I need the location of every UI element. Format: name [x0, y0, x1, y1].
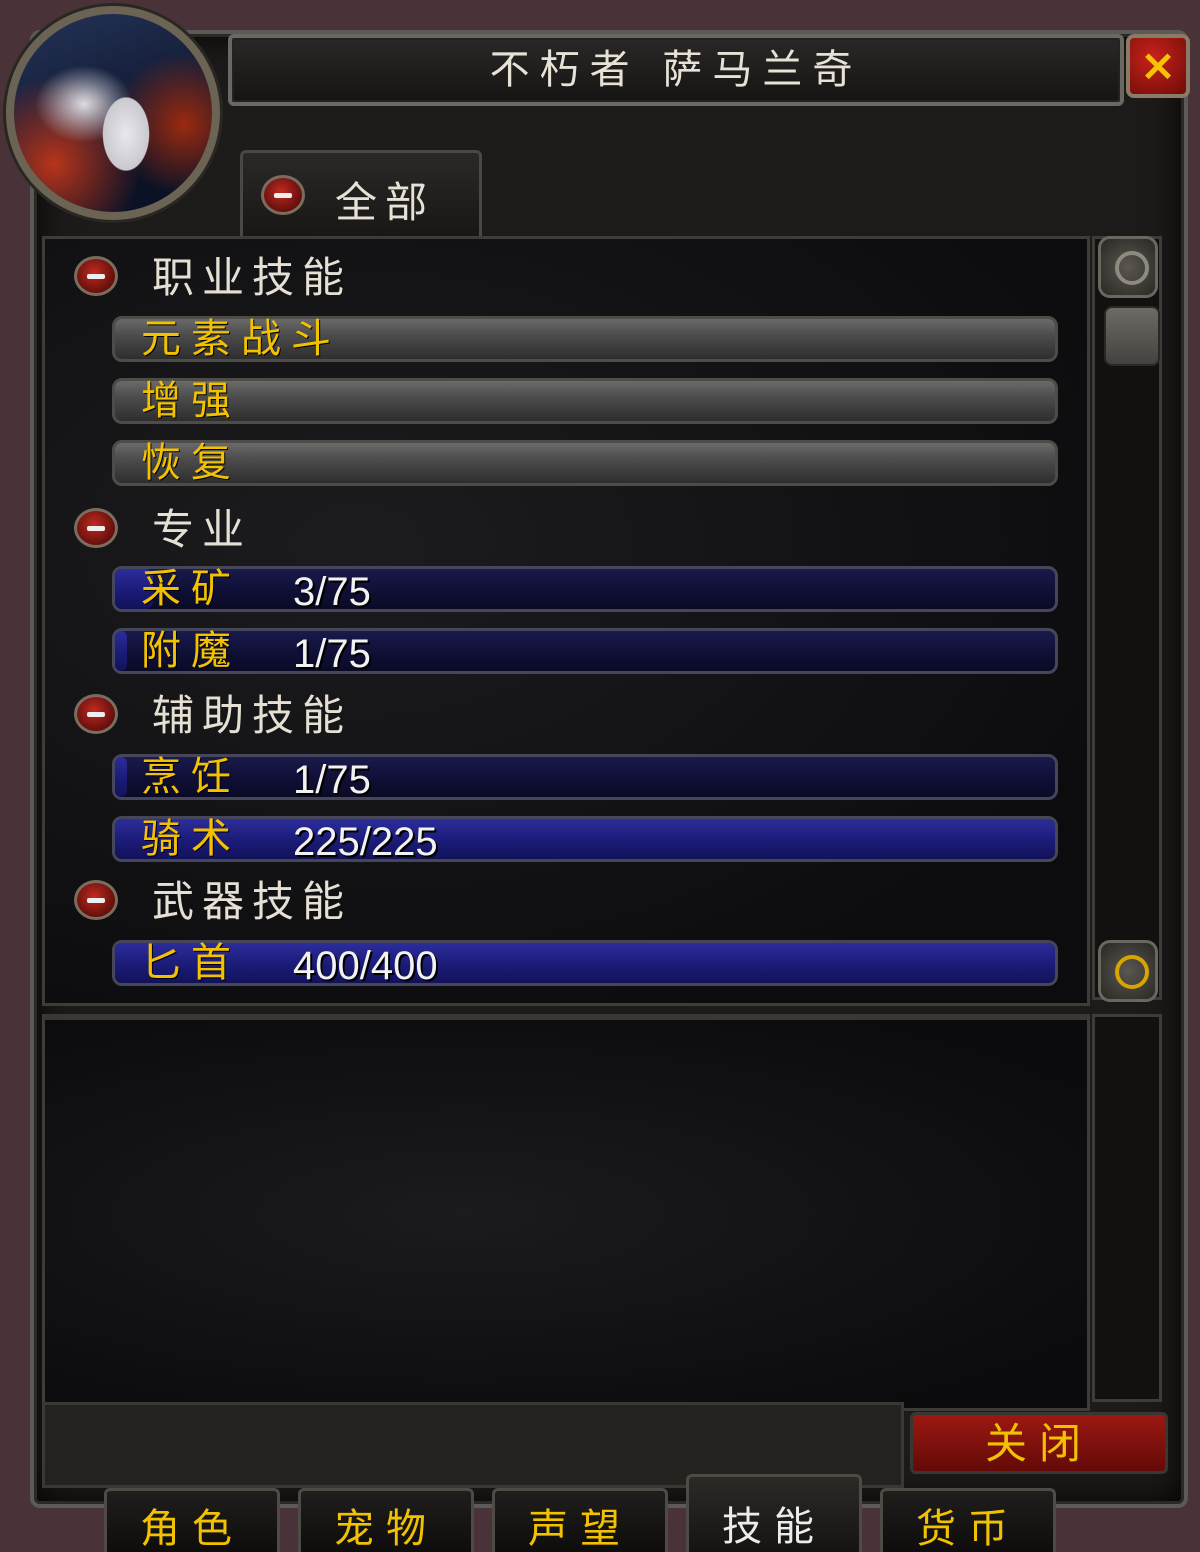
collapse-icon[interactable] — [74, 256, 118, 296]
skill-detail-panel — [42, 1014, 1090, 1411]
skill-rank: 1/75 — [293, 758, 371, 802]
skill-rank: 1/75 — [293, 632, 371, 676]
skill-name: 恢复 — [141, 440, 241, 486]
tab-character[interactable]: 角色 — [104, 1488, 280, 1552]
skill-row[interactable]: 附魔 1/75 — [112, 628, 1058, 676]
window-title: 不朽者 萨马兰奇 — [489, 47, 863, 93]
skill-rank: 225/225 — [293, 820, 438, 864]
scroll-down-button[interactable] — [1098, 940, 1158, 1002]
scroll-up-button[interactable] — [1098, 236, 1158, 298]
title-bar: 不朽者 萨马兰奇 — [228, 34, 1124, 106]
skill-rank: 400/400 — [293, 944, 438, 988]
detail-scrollbar[interactable] — [1092, 1014, 1162, 1402]
chevron-down-icon — [1115, 955, 1149, 989]
skill-name: 烹饪 — [141, 754, 241, 800]
character-portrait — [6, 6, 220, 220]
tab-skills[interactable]: 技能 — [686, 1474, 862, 1552]
collapse-icon[interactable] — [74, 694, 118, 734]
tab-currency[interactable]: 货币 — [880, 1488, 1056, 1552]
close-button[interactable]: 关闭 — [910, 1412, 1168, 1474]
collapse-all-icon[interactable] — [261, 175, 305, 215]
tab-pet[interactable]: 宠物 — [298, 1488, 474, 1552]
filter-tab-all[interactable]: 全部 — [240, 150, 482, 245]
skill-progress-fill — [115, 757, 128, 797]
tab-reputation[interactable]: 声望 — [492, 1488, 668, 1552]
skill-row[interactable]: 烹饪 1/75 — [112, 754, 1058, 802]
skill-row[interactable]: 元素战斗 — [112, 316, 1058, 362]
category-label: 辅助技能 — [152, 691, 353, 740]
category-label: 专业 — [152, 505, 253, 554]
skill-progress-fill — [115, 819, 1055, 859]
skill-name: 增强 — [141, 378, 241, 424]
skill-name: 元素战斗 — [141, 316, 341, 362]
skill-name: 匕首 — [141, 940, 241, 986]
skill-name: 采矿 — [141, 566, 241, 612]
skill-row[interactable]: 匕首 400/400 — [112, 940, 1058, 988]
skill-row[interactable]: 采矿 3/75 — [112, 566, 1058, 614]
skill-progress-fill — [115, 631, 128, 671]
close-window-button[interactable]: × — [1126, 34, 1190, 98]
skill-name: 附魔 — [141, 628, 241, 674]
skill-row[interactable]: 骑术 225/225 — [112, 816, 1058, 864]
collapse-icon[interactable] — [74, 508, 118, 548]
category-label: 武器技能 — [152, 877, 353, 926]
collapse-icon[interactable] — [74, 880, 118, 920]
chevron-up-icon — [1115, 251, 1149, 285]
skill-rank: 3/75 — [293, 570, 371, 614]
close-icon: × — [1139, 40, 1177, 91]
skill-row[interactable]: 恢复 — [112, 440, 1058, 486]
skill-row[interactable]: 增强 — [112, 378, 1058, 424]
scroll-thumb[interactable] — [1104, 306, 1160, 366]
category-label: 职业技能 — [152, 253, 353, 302]
filter-tab-label: 全部 — [335, 178, 436, 227]
skill-name: 骑术 — [141, 816, 241, 862]
skill-progress-fill — [115, 943, 1055, 983]
